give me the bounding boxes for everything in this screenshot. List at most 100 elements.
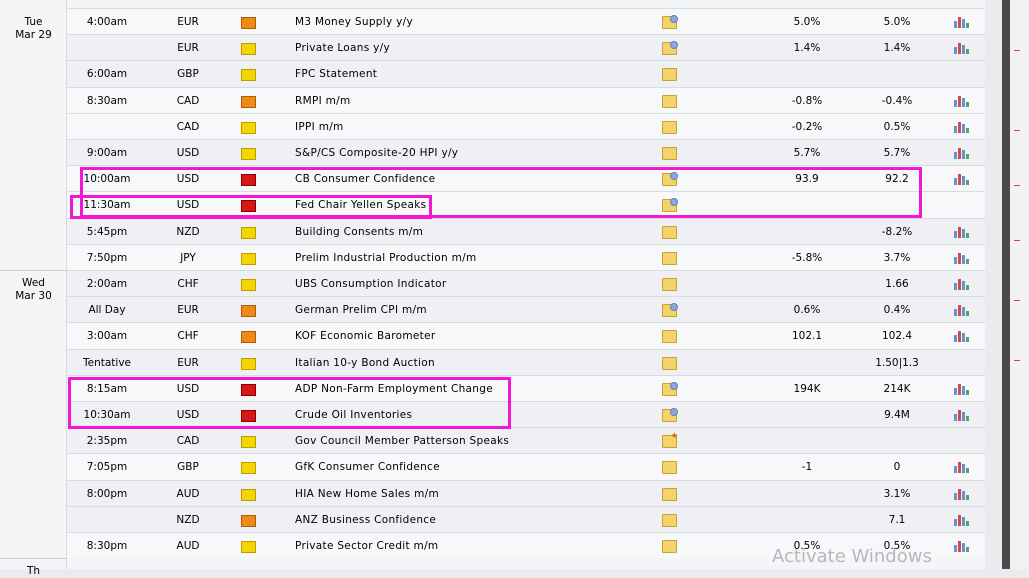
event-title[interactable]: HIA New Home Sales m/m: [295, 481, 439, 507]
event-title[interactable]: IPPI m/m: [295, 114, 344, 140]
event-detail-icon[interactable]: [662, 225, 677, 239]
event-time: 4:00am: [86, 16, 128, 28]
event-detail-icon[interactable]: [662, 251, 677, 265]
event-detail-icon[interactable]: [662, 330, 677, 344]
event-detail-icon[interactable]: [662, 94, 677, 108]
event-row[interactable]: 8:00pm AUD HIA New Home Sales m/m 3.1%: [67, 479, 985, 507]
event-row[interactable]: 9:00am USD S&P/CS Composite-20 HPI y/y 5.7%…: [67, 139, 985, 166]
bar-chart-icon[interactable]: [954, 251, 969, 264]
impact-folder-icon: [241, 121, 256, 134]
event-forecast: 5.0%: [883, 16, 911, 28]
event-actual: -0.2%: [791, 120, 823, 133]
event-row[interactable]: 3:00am CHF KOF Economic Barometer 102.1 102.…: [67, 322, 985, 349]
bar-chart-icon[interactable]: [954, 303, 969, 317]
event-detail-icon[interactable]: [662, 381, 678, 396]
bar-chart-icon[interactable]: [954, 120, 969, 133]
event-forecast: 3.1%: [883, 487, 911, 500]
event-title[interactable]: Private Loans y/y: [295, 35, 390, 61]
event-row[interactable]: 2:35pm CAD Gov Council Member Patterson Sp…: [67, 427, 985, 454]
event-currency: CHF: [177, 278, 199, 290]
event-title[interactable]: RMPI m/m: [295, 88, 351, 114]
event-detail-icon[interactable]: [662, 356, 677, 370]
bar-chart-icon[interactable]: [954, 513, 969, 526]
event-time: 8:30am: [86, 94, 128, 107]
bar-chart-icon[interactable]: [954, 382, 969, 395]
event-currency: EUR: [177, 304, 199, 317]
event-title[interactable]: FPC Statement: [295, 61, 377, 87]
event-forecast: 102.4: [881, 330, 913, 343]
event-detail-icon[interactable]: [662, 147, 677, 160]
event-title[interactable]: Gov Council Member Patterson Speaks: [295, 428, 509, 454]
event-detail-icon[interactable]: [662, 408, 678, 422]
event-detail-icon[interactable]: [662, 540, 677, 553]
event-detail-icon[interactable]: [662, 513, 677, 527]
event-row[interactable]: 2:00am CHF UBS Consumption Indicator 1.66: [67, 270, 985, 297]
event-row[interactable]: All Day EUR German Prelim CPI m/m 0.6% 0.4%: [67, 296, 985, 323]
bar-chart-icon[interactable]: [954, 146, 969, 159]
event-currency: JPY: [180, 251, 196, 264]
event-detail-icon[interactable]: [662, 487, 677, 501]
event-detail-icon[interactable]: [662, 461, 677, 475]
event-detail-icon[interactable]: [662, 41, 678, 56]
bar-chart-icon[interactable]: [954, 277, 969, 290]
event-row[interactable]: 7:05pm GBP GfK Consumer Confidence -1 0: [67, 453, 985, 480]
event-row[interactable]: 5:45pm NZD Building Consents m/m -8.2%: [67, 217, 985, 245]
bar-chart-icon[interactable]: [954, 94, 969, 107]
bar-chart-icon[interactable]: [954, 539, 969, 552]
side-tick-mark: [1014, 50, 1020, 51]
event-currency: AUD: [176, 487, 200, 500]
event-title[interactable]: GfK Consumer Confidence: [295, 454, 440, 480]
event-title[interactable]: UBS Consumption Indicator: [295, 271, 447, 297]
event-title[interactable]: ANZ Business Confidence: [295, 507, 436, 533]
event-row[interactable]: NZD ANZ Business Confidence 7.1: [67, 505, 985, 533]
event-forecast: 9.4M: [884, 409, 910, 421]
event-detail-icon[interactable]: [662, 303, 678, 318]
event-detail-icon[interactable]: [662, 68, 677, 82]
forex-calendar: 4:00am EUR M3 Money Supply y/y 5.0% 5.0% EUR P…: [0, 0, 985, 577]
event-title[interactable]: S&P/CS Composite-20 HPI y/y: [295, 140, 458, 166]
event-currency: NZD: [176, 513, 200, 526]
event-row[interactable]: EUR Private Loans y/y 1.4% 1.4%: [67, 34, 985, 61]
event-forecast: 1.50|1.3: [875, 356, 919, 369]
event-row[interactable]: 7:50pm JPY Prelim Industrial Production m/…: [67, 243, 985, 271]
event-time: 8:30pm: [86, 540, 128, 552]
event-row[interactable]: Tentative EUR Italian 10-y Bond Auction 1.5…: [67, 348, 985, 376]
event-row[interactable]: 4:00am EUR M3 Money Supply y/y 5.0% 5.0%: [67, 8, 985, 35]
impact-folder-icon: [241, 226, 256, 239]
impact-folder-icon: [241, 17, 256, 29]
event-title[interactable]: Prelim Industrial Production m/m: [295, 245, 476, 271]
event-title[interactable]: KOF Economic Barometer: [295, 323, 435, 349]
event-forecast: 1.66: [885, 278, 909, 290]
event-title[interactable]: Building Consents m/m: [295, 219, 423, 245]
impact-folder-icon: [241, 331, 256, 344]
event-detail-icon[interactable]: [662, 278, 677, 291]
bar-chart-icon[interactable]: [954, 15, 969, 28]
event-currency: NZD: [176, 225, 200, 238]
bar-chart-icon[interactable]: [954, 487, 969, 500]
event-actual: -0.8%: [791, 94, 823, 107]
impact-folder-icon: [241, 252, 256, 265]
event-title[interactable]: Private Sector Credit m/m: [295, 533, 438, 559]
event-time: 3:00am: [86, 330, 128, 343]
event-time: 5:45pm: [86, 225, 128, 238]
event-title[interactable]: M3 Money Supply y/y: [295, 9, 413, 35]
event-title[interactable]: German Prelim CPI m/m: [295, 297, 427, 323]
bar-chart-icon[interactable]: [954, 408, 969, 421]
bar-chart-icon[interactable]: [954, 460, 969, 474]
bar-chart-icon[interactable]: [954, 172, 969, 186]
event-currency: CAD: [176, 435, 200, 448]
event-row[interactable]: 8:30am CAD RMPI m/m -0.8% -0.4%: [67, 86, 985, 114]
scrollbar[interactable]: [1002, 0, 1010, 569]
event-detail-icon[interactable]: ★: [662, 432, 678, 449]
side-tick-mark: [1014, 360, 1020, 361]
event-detail-icon[interactable]: [662, 120, 677, 134]
event-detail-icon[interactable]: [662, 15, 678, 29]
bar-chart-icon[interactable]: [954, 41, 969, 55]
event-title[interactable]: Italian 10-y Bond Auction: [295, 350, 435, 376]
bar-chart-icon[interactable]: [954, 225, 969, 238]
impact-folder-icon: [241, 488, 256, 501]
bar-chart-icon[interactable]: [954, 329, 969, 343]
event-forecast: 7.1: [888, 513, 906, 526]
event-row[interactable]: 6:00am GBP FPC Statement: [67, 60, 985, 87]
event-row[interactable]: CAD IPPI m/m -0.2% 0.5%: [67, 112, 985, 140]
